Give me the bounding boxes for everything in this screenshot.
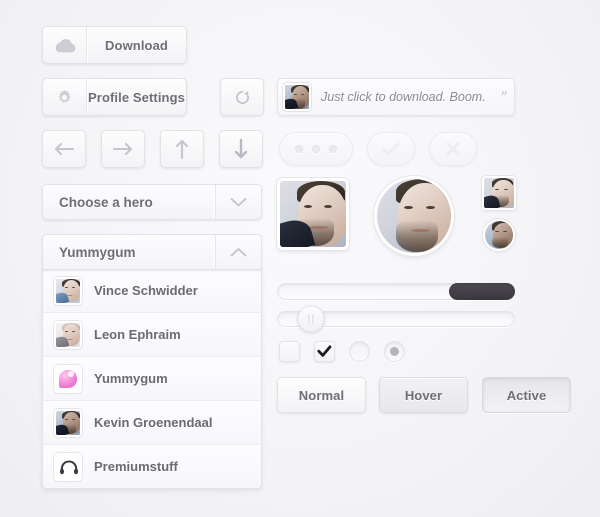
arrow-up-icon (175, 138, 189, 160)
list-item-label: Leon Ephraim (94, 327, 181, 342)
photo-square-small[interactable] (482, 176, 516, 210)
progress-slider[interactable] (277, 283, 515, 300)
yummygum-select-value: Yummygum (59, 244, 136, 260)
gear-icon (43, 79, 87, 115)
list-item-label: Yummygum (94, 371, 168, 386)
normal-state-button[interactable]: Normal (277, 377, 366, 413)
three-dots-icon (295, 145, 303, 153)
yummygum-select[interactable]: Yummygum (42, 234, 262, 270)
normal-state-label: Normal (298, 387, 345, 403)
progress-slider-fill (448, 283, 515, 300)
chevron-down-icon[interactable] (215, 185, 261, 219)
quote-bar[interactable]: Just click to download. Boom. ” (277, 78, 515, 116)
radio-dot (390, 347, 399, 356)
active-state-button[interactable]: Active (482, 377, 571, 413)
refresh-button[interactable] (220, 78, 264, 116)
arrow-up-button[interactable] (160, 130, 204, 168)
list-item-label: Kevin Groenendaal (94, 415, 213, 430)
avatar (54, 320, 82, 349)
list-item[interactable]: Vince Schwidder (43, 269, 261, 313)
active-state-label: Active (506, 387, 547, 403)
avatar (54, 408, 82, 437)
avatar (283, 83, 311, 111)
hover-state-label: Hover (404, 387, 443, 403)
headphones-icon (54, 452, 82, 481)
profile-settings-label: Profile Settings (88, 89, 185, 105)
close-icon (444, 140, 462, 158)
ui-kit-canvas: Download Profile Settings Just click to … (0, 0, 600, 517)
arrow-down-icon (234, 138, 248, 160)
list-item-label: Premiumstuff (94, 459, 178, 474)
check-icon (317, 345, 332, 358)
photo-circle-small[interactable] (483, 219, 515, 251)
quote-text: Just click to download. Boom. (321, 90, 486, 104)
gum-logo-icon (54, 364, 82, 393)
radio-selected[interactable] (384, 341, 405, 362)
arrow-right-icon (112, 142, 134, 156)
profile-settings-button[interactable]: Profile Settings (42, 78, 187, 116)
arrow-left-icon (53, 142, 75, 156)
more-options-button[interactable] (279, 132, 353, 166)
hero-select-value: Choose a hero (59, 194, 153, 210)
hover-state-button[interactable]: Hover (379, 377, 468, 413)
list-item-label: Vince Schwidder (94, 283, 198, 298)
dropdown-list: Vince Schwidder Leon Ephraim Yummygum Ke… (42, 269, 262, 489)
radio-unselected[interactable] (349, 341, 370, 362)
check-icon (381, 141, 401, 157)
list-item[interactable]: Kevin Groenendaal (43, 401, 261, 445)
refresh-icon (234, 89, 251, 106)
photo-circle-large[interactable] (374, 176, 454, 256)
download-label: Download (105, 37, 168, 53)
arrow-left-button[interactable] (42, 130, 86, 168)
avatar (54, 276, 82, 305)
three-dots-icon (312, 145, 320, 153)
quote-mark-icon: ” (500, 87, 506, 107)
download-button[interactable]: Download (42, 26, 187, 64)
checkbox-checked[interactable] (314, 341, 335, 362)
hero-select[interactable]: Choose a hero (42, 184, 262, 220)
checkbox-unchecked[interactable] (279, 341, 300, 362)
arrow-right-button[interactable] (101, 130, 145, 168)
confirm-button[interactable] (367, 132, 415, 166)
list-item[interactable]: Yummygum (43, 357, 261, 401)
arrow-down-button[interactable] (219, 130, 263, 168)
cloud-icon (43, 27, 87, 63)
toggles-row (279, 341, 405, 362)
list-item[interactable]: Premiumstuff (43, 445, 261, 488)
three-dots-icon (329, 145, 337, 153)
chevron-up-icon[interactable] (215, 235, 261, 269)
cancel-button[interactable] (429, 132, 477, 166)
range-slider-handle[interactable] (297, 305, 325, 333)
list-item[interactable]: Leon Ephraim (43, 313, 261, 357)
range-slider[interactable] (277, 305, 515, 333)
photo-square-large[interactable] (277, 178, 349, 250)
